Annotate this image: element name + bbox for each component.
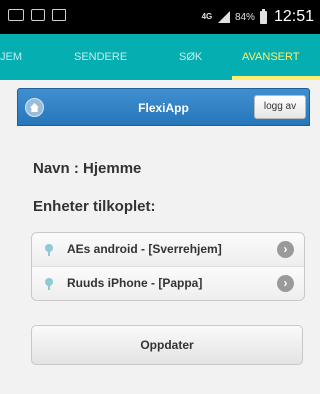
- bulb-icon: [43, 244, 55, 256]
- devices-heading: Enheter tilkoplet:: [33, 198, 156, 215]
- system-indicators: 4G 84% 12:51: [201, 0, 314, 34]
- signal-icon: [217, 11, 230, 23]
- device-label: AEs android - [Sverrehjem]: [67, 242, 222, 256]
- tab-sendere[interactable]: SENDERE: [74, 34, 127, 80]
- device-list: AEs android - [Sverrehjem] › Ruuds iPhon…: [31, 232, 305, 301]
- logout-button[interactable]: logg av: [254, 95, 306, 119]
- tab-hjem[interactable]: JEM: [0, 34, 22, 80]
- notification-icons: [8, 9, 66, 21]
- status-bar: 4G 84% 12:51: [0, 0, 320, 34]
- main-content: Navn : Hjemme Enheter tilkoplet: AEs and…: [17, 126, 310, 394]
- tab-bar: JEM SENDERE SØK AVANSERT: [0, 34, 320, 80]
- tab-avansert[interactable]: AVANSERT: [242, 34, 299, 80]
- tab-sok[interactable]: SØK: [179, 34, 202, 80]
- image-icon: [52, 9, 66, 21]
- app-header: FlexiApp logg av: [17, 88, 310, 126]
- device-label: Ruuds iPhone - [Pappa]: [67, 276, 203, 290]
- message-icon: [8, 9, 24, 21]
- update-button[interactable]: Oppdater: [31, 325, 303, 365]
- device-item[interactable]: Ruuds iPhone - [Pappa] ›: [32, 267, 304, 300]
- battery-percent: 84%: [234, 11, 255, 23]
- battery-icon: [259, 8, 267, 24]
- gallery-icon: [31, 9, 45, 21]
- web-content: FlexiApp logg av Navn : Hjemme Enheter t…: [0, 80, 320, 394]
- bulb-icon: [43, 278, 55, 290]
- chevron-right-icon: ›: [277, 241, 294, 258]
- network-type: 4G: [201, 12, 213, 21]
- clock: 12:51: [273, 8, 314, 25]
- device-item[interactable]: AEs android - [Sverrehjem] ›: [32, 233, 304, 267]
- location-name: Navn : Hjemme: [33, 160, 142, 177]
- chevron-right-icon: ›: [277, 275, 294, 292]
